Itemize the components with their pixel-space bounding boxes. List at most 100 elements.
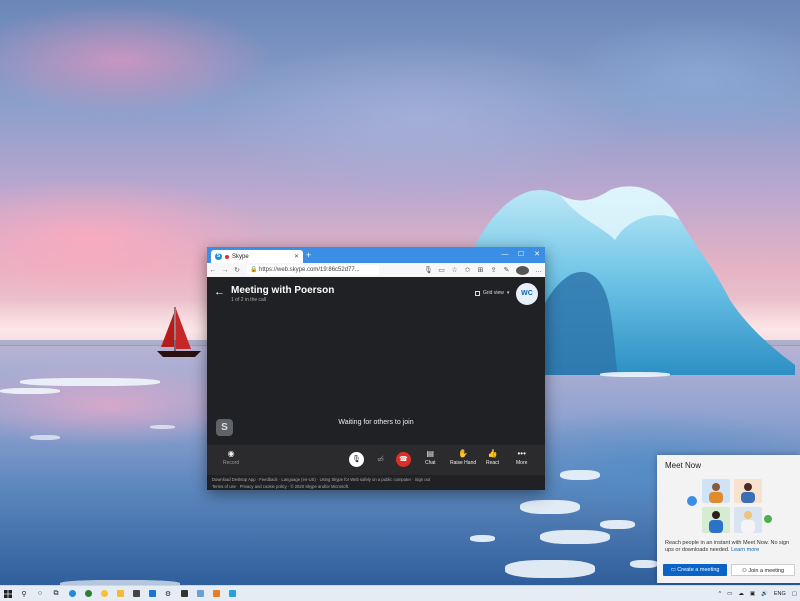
video-icon: ▭̸	[377, 456, 384, 463]
join-meeting-button[interactable]: ⚇ Join a meeting	[731, 564, 795, 576]
browser-toolbar: 🎙 ▭ ☆ ✩ ⊞ ⇪ ✎ …	[422, 265, 545, 275]
record-label: Record	[223, 460, 240, 466]
join-icon: ⚇	[741, 568, 747, 574]
mic-indicator-icon[interactable]: 🎙	[422, 266, 435, 274]
create-meeting-button[interactable]: ▭ Create a meeting	[663, 564, 727, 576]
video-button[interactable]: ▭̸	[373, 452, 388, 467]
participants-count: 1 of 2 in the call	[231, 297, 267, 303]
share-icon[interactable]: ⇪	[487, 266, 500, 274]
sailboat	[157, 307, 201, 357]
chat-label: Chat	[425, 460, 436, 466]
footer-language-link[interactable]: Language (en-US)	[281, 477, 315, 482]
skype-logo-icon: S	[215, 253, 222, 260]
forward-nav-icon[interactable]: →	[219, 267, 231, 274]
mail-icon[interactable]	[144, 586, 160, 601]
chrome-icon[interactable]	[96, 586, 112, 601]
settings-gear-icon[interactable]: ⚙	[160, 586, 176, 601]
taskbar: ⚲ ○ ⧉ ⚙ ^ ▭ ☁ ▣ 🔊 ENG ▢	[0, 585, 800, 601]
profile-avatar-icon[interactable]	[516, 265, 529, 275]
footer-terms-link[interactable]: Terms of use	[212, 484, 236, 489]
network-icon[interactable]: ▣	[750, 591, 755, 597]
skype-call-area: ← Meeting with Poerson 1 of 2 in the cal…	[207, 277, 545, 490]
tab-skype[interactable]: S Skype ✕	[211, 250, 303, 263]
tray-chevron-icon[interactable]: ^	[719, 591, 722, 597]
address-bar: ← → ↻ 🔒 https://web.skype.com/19:86c52d7…	[207, 263, 545, 278]
photos-icon[interactable]	[192, 586, 208, 601]
skype-footer: Download Desktop App · Feedback · Langua…	[207, 475, 545, 490]
system-tray: ^ ▭ ☁ ▣ 🔊 ENG ▢	[716, 591, 800, 597]
more-label: More	[516, 460, 528, 466]
mic-button[interactable]: 🎙	[349, 452, 364, 467]
vlc-icon[interactable]	[208, 586, 224, 601]
grid-view-button[interactable]: Grid view ▾	[475, 290, 509, 296]
footer-privacy-link[interactable]: Privacy and cookie policy	[240, 484, 287, 489]
avatar[interactable]: WC	[516, 283, 538, 305]
store-icon[interactable]	[128, 586, 144, 601]
footer-signout-link[interactable]: Sign out	[415, 477, 430, 482]
back-arrow-icon[interactable]: ←	[214, 286, 225, 298]
extensions-icon[interactable]: ✎	[500, 266, 513, 274]
url-field[interactable]: 🔒 https://web.skype.com/19:86c52d77...	[247, 265, 379, 275]
close-tab-icon[interactable]: ✕	[294, 253, 299, 260]
more-icon: •••	[517, 449, 526, 458]
react-button[interactable]: 👍 React	[486, 448, 499, 466]
language-indicator[interactable]: ENG	[774, 591, 786, 597]
camera-indicator-icon[interactable]: ▭	[435, 266, 448, 274]
meeting-title: Meeting with Poerson	[231, 285, 335, 296]
browser-window[interactable]: S Skype ✕ + — ☐ ✕ ← → ↻ 🔒 https://web.sk…	[207, 247, 545, 490]
meet-now-panel: Meet Now Reach people in an instant with…	[657, 455, 800, 583]
record-button[interactable]: ◉ Record	[223, 448, 239, 466]
meet-now-illustration	[687, 479, 772, 533]
edge-icon[interactable]	[64, 586, 80, 601]
minimize-button[interactable]: —	[497, 247, 513, 263]
refresh-icon[interactable]: ↻	[231, 266, 243, 274]
notifications-icon[interactable]: ▢	[792, 591, 797, 597]
file-explorer-icon[interactable]	[112, 586, 128, 601]
end-call-button[interactable]: ☎	[396, 452, 411, 467]
meet-now-tray-icon[interactable]: ▭	[727, 591, 732, 597]
window-controls: — ☐ ✕	[497, 247, 545, 263]
new-tab-button[interactable]: +	[306, 250, 311, 260]
windows-start-icon[interactable]	[0, 586, 16, 601]
call-controls: ◉ Record 🎙 ▭̸ ☎ ▤ Chat ✋ Raise Hand 👍 Re…	[207, 445, 545, 475]
volume-icon[interactable]: 🔊	[761, 591, 768, 597]
chat-button[interactable]: ▤ Chat	[425, 448, 436, 466]
tab-title: Skype	[232, 253, 249, 260]
footer-feedback-link[interactable]: Feedback	[259, 477, 277, 482]
mic-icon: 🎙	[352, 456, 361, 463]
footer-copyright: © 2020 Skype and/or Microsoft.	[290, 484, 350, 489]
browser-menu-icon[interactable]: …	[532, 267, 545, 274]
grid-icon	[475, 290, 480, 296]
search-icon[interactable]: ⚲	[16, 586, 32, 601]
close-window-button[interactable]: ✕	[529, 247, 545, 263]
url-text: https://web.skype.com/19:86c52d77...	[259, 267, 360, 273]
terminal-icon[interactable]	[176, 586, 192, 601]
task-view-icon[interactable]: ⧉	[48, 586, 64, 601]
end-call-icon: ☎	[399, 456, 408, 463]
cortana-icon[interactable]: ○	[32, 586, 48, 601]
recording-dot-icon	[225, 254, 229, 259]
collections-icon[interactable]: ⊞	[474, 266, 487, 274]
more-button[interactable]: ••• More	[516, 448, 527, 466]
meet-now-title: Meet Now	[665, 461, 702, 470]
camera-icon: ▭	[670, 567, 676, 573]
app-icon[interactable]	[224, 586, 240, 601]
footer-download-link[interactable]: Download Desktop App	[212, 477, 256, 482]
footer-safety-link[interactable]: Using Skype for Web safely on a public c…	[320, 477, 411, 482]
raise-hand-label: Raise Hand	[450, 460, 477, 466]
react-label: React	[486, 460, 500, 466]
record-icon: ◉	[227, 449, 235, 458]
favorites-icon[interactable]: ✩	[461, 266, 474, 274]
learn-more-link[interactable]: Learn more	[731, 547, 759, 553]
meet-now-description: Reach people in an instant with Meet Now…	[665, 540, 790, 553]
react-icon: 👍	[487, 449, 498, 458]
hand-icon: ✋	[458, 449, 469, 458]
edge-legacy-icon[interactable]	[80, 586, 96, 601]
favorite-star-icon[interactable]: ☆	[448, 266, 461, 274]
onedrive-icon[interactable]: ☁	[738, 591, 744, 597]
chat-icon: ▤	[426, 449, 435, 458]
raise-hand-button[interactable]: ✋ Raise Hand	[450, 448, 476, 466]
grid-view-label: Grid view	[483, 290, 504, 296]
maximize-button[interactable]: ☐	[513, 247, 529, 263]
back-nav-icon[interactable]: ←	[207, 267, 219, 274]
